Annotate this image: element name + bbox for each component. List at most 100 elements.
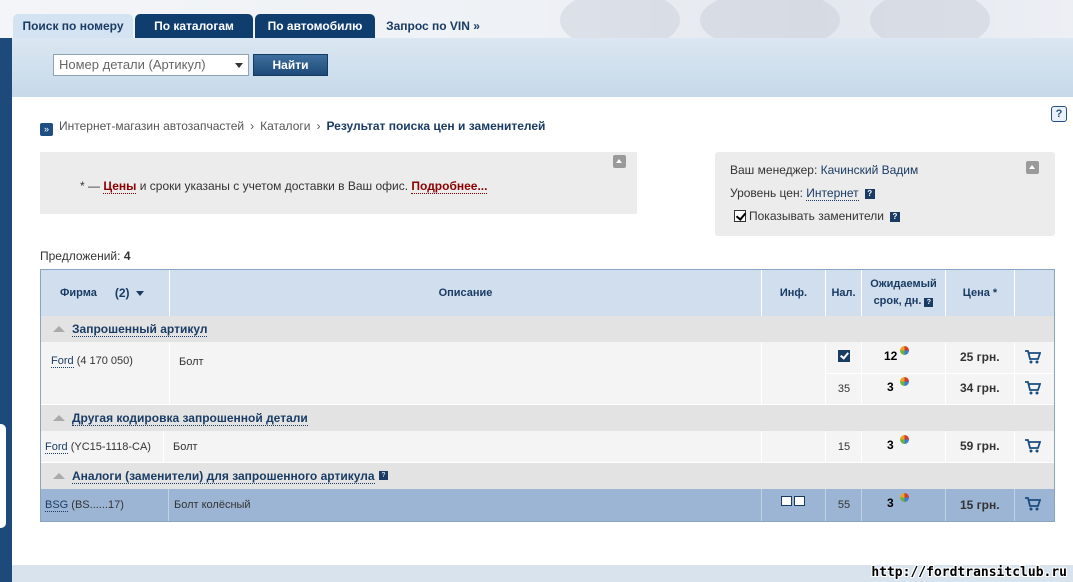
group-header-other-coding[interactable]: Другая кодировка запрошенной детали (41, 405, 1054, 431)
tab-by-catalogs[interactable]: По каталогам (135, 14, 253, 38)
header-decoration (700, 0, 840, 38)
delivery-chart-icon[interactable] (900, 346, 909, 355)
column-header-cart (1015, 270, 1054, 316)
help-icon[interactable]: ? (924, 298, 934, 307)
firm-text: Ford (4 170 050) (51, 355, 133, 368)
cell-firm: Ford (YC15-1118-CA) (41, 431, 164, 462)
sort-arrow-icon[interactable] (135, 290, 144, 296)
article-number: (YC15-1118-CA) (70, 441, 151, 453)
table-row: Ford (4 170 050) Болт 35 12 3 25 грн. 34… (41, 342, 1054, 404)
delivery-chart-icon[interactable] (900, 377, 909, 386)
search-type-select[interactable]: Номер детали (Артикул) (53, 54, 249, 76)
collapse-triangle-icon (53, 326, 65, 332)
group-title-text: Аналоги (заменители) для запрошенного ар… (72, 469, 375, 483)
price-value: 34 грн. (960, 381, 1000, 395)
delivery-chart-icon[interactable] (900, 493, 909, 502)
notice-more-link[interactable]: Подробнее... (411, 179, 488, 194)
notice-text: * — Цены и сроки указаны с учетом достав… (80, 179, 488, 194)
column-header-description: Описание (170, 270, 762, 316)
help-icon[interactable]: ? (379, 471, 388, 480)
price-level-link[interactable]: Интернет (806, 186, 859, 201)
firm-link[interactable]: BSG (45, 499, 69, 512)
photo-icon[interactable] (781, 496, 792, 506)
notice-prices-highlight: Цены (103, 179, 137, 194)
breadcrumb-shop[interactable]: Интернет-магазин автозапчастей (59, 119, 244, 133)
firm-text: BSG (BS......17) (45, 499, 124, 512)
firm-count: (2) (114, 286, 130, 300)
delivery-days: 12 (884, 349, 898, 363)
group-header-requested[interactable]: Запрошенный артикул (41, 316, 1054, 342)
manager-line: Ваш менеджер: Качинский Вадим (730, 163, 918, 177)
description-text: Болт колёсный (174, 499, 251, 511)
cell-description: Болт колёсный (169, 489, 762, 521)
breadcrumb-current: Результат поиска цен и заменителей (326, 119, 546, 133)
help-icon[interactable]: ? (889, 211, 900, 222)
expected-header-label: Ожидаемый срок, дн.? (864, 276, 944, 310)
offers-label: Предложений: (40, 249, 121, 263)
chevron-down-icon (235, 63, 243, 68)
tab-by-car[interactable]: По автомобилю (255, 14, 375, 38)
firm-link[interactable]: Ford (45, 441, 68, 454)
info-icons (781, 496, 805, 506)
breadcrumb-separator: › (250, 119, 255, 133)
column-header-stock: Нал. (826, 270, 862, 316)
breadcrumb-catalogs[interactable]: Каталоги (260, 119, 310, 133)
tab-search-by-number[interactable]: Поиск по номеру (13, 14, 133, 38)
show-replacements-label: Показывать заменители (749, 209, 884, 223)
add-to-cart-icon[interactable] (1025, 497, 1041, 511)
collapse-notice-button[interactable] (613, 155, 626, 168)
delivery-days: 3 (887, 438, 894, 452)
table-row: Ford (YC15-1118-CA) Болт 15 3 59 грн. (41, 431, 1054, 462)
firm-link[interactable]: Ford (51, 355, 74, 368)
column-header-expected: Ожидаемый срок, дн.? (862, 270, 946, 316)
manager-label: Ваш менеджер: (730, 163, 818, 177)
cell-cart (1015, 489, 1054, 521)
help-icon[interactable]: ? (864, 188, 875, 199)
manager-panel: Ваш менеджер: Качинский Вадим Уровень це… (715, 152, 1055, 236)
show-replacements-checkbox[interactable] (734, 210, 746, 222)
price-value: 15 грн. (960, 498, 1000, 512)
cell-expected: 3 (862, 431, 946, 462)
price-level-line: Уровень цен: Интернет? (730, 186, 875, 201)
cell-expected: 3 (862, 489, 946, 521)
price-value: 59 грн. (960, 439, 1000, 453)
group-title[interactable]: Запрошенный артикул (72, 322, 208, 337)
top-tab-band: Поиск по номеру По каталогам По автомоби… (0, 0, 1073, 38)
offers-count: Предложений: 4 (40, 249, 131, 263)
add-to-cart-icon[interactable] (1025, 381, 1041, 395)
group-title[interactable]: Другая кодировка запрошенной детали (72, 411, 308, 426)
description-text: Болт (173, 441, 198, 453)
price-value: 25 грн. (960, 350, 1000, 364)
cell-description: Болт (164, 431, 762, 462)
table-row[interactable]: BSG (BS......17) Болт колёсный 55 3 15 г… (41, 489, 1054, 521)
breadcrumb: » Интернет-магазин автозапчастей › Каталоги… (40, 119, 546, 136)
collapse-manager-button[interactable] (1026, 161, 1039, 174)
manager-name[interactable]: Качинский Вадим (821, 163, 919, 177)
find-button[interactable]: Найти (253, 54, 328, 76)
add-to-cart-icon[interactable] (1025, 439, 1041, 453)
collapse-triangle-icon (53, 473, 65, 479)
add-to-cart-icon[interactable] (1025, 350, 1041, 364)
group-title[interactable]: Аналоги (заменители) для запрошенного ар… (72, 469, 375, 484)
notice-prefix: * — (80, 179, 104, 193)
price-level-label: Уровень цен: (730, 186, 803, 200)
delivery-days: 3 (887, 380, 894, 394)
column-header-info: Инф. (762, 270, 826, 316)
left-side-notch (0, 424, 6, 528)
tab-vin-request[interactable]: Запрос по VIN » (377, 14, 489, 38)
cell-description: Болт (170, 342, 762, 404)
results-table: Фирма (2) Описание Инф. Нал. Ожидаемый с… (40, 269, 1055, 522)
show-replacements-line: Показывать заменители? (734, 209, 900, 223)
help-icon[interactable]: ? (1051, 106, 1067, 122)
info-icon[interactable] (794, 496, 805, 506)
cell-stock: 55 (826, 489, 862, 521)
column-header-firm[interactable]: Фирма (2) (41, 270, 170, 316)
offers-number: 4 (123, 249, 131, 263)
cell-firm: BSG (BS......17) (41, 489, 169, 521)
header-decoration (560, 0, 680, 38)
cell-price: 59 грн. (946, 431, 1015, 462)
search-type-value: Номер детали (Артикул) (59, 57, 206, 72)
group-header-analogs[interactable]: Аналоги (заменители) для запрошенного ар… (41, 463, 1054, 489)
cell-firm: Ford (4 170 050) (41, 342, 170, 404)
delivery-chart-icon[interactable] (900, 435, 909, 444)
